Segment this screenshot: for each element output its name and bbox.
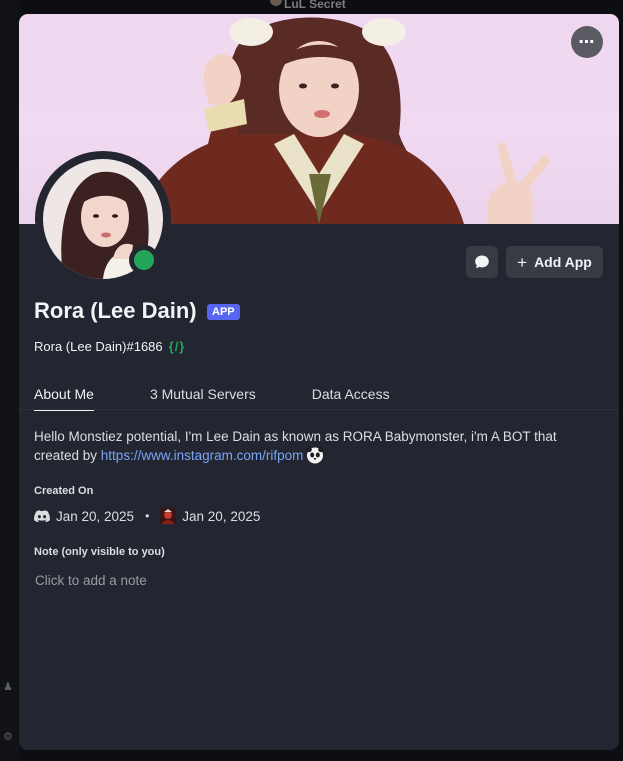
instagram-link[interactable]: https://www.instagram.com/rifpom bbox=[101, 448, 304, 463]
more-options-button[interactable]: ⋯ bbox=[571, 26, 603, 58]
add-app-label: Add App bbox=[534, 254, 592, 270]
created-on-title: Created On bbox=[34, 485, 94, 497]
chat-bubble-icon bbox=[475, 255, 489, 269]
online-status-icon bbox=[134, 250, 154, 270]
background-user-label: LuL Secret bbox=[284, 0, 346, 11]
settings-icon: ⚙ bbox=[3, 731, 13, 743]
about-me-text: Hello Monstiez potential, I'm Lee Dain a… bbox=[34, 427, 604, 465]
tab-data-access[interactable]: Data Access bbox=[312, 386, 390, 410]
display-name: Rora (Lee Dain) bbox=[34, 298, 197, 323]
username-row: Rora (Lee Dain)#1686 {/} bbox=[34, 339, 185, 354]
message-button[interactable] bbox=[466, 246, 498, 278]
tab-mutual-servers[interactable]: 3 Mutual Servers bbox=[150, 386, 256, 410]
created-on-dates: Jan 20, 2025 • Jan 20, 2025 bbox=[34, 508, 260, 524]
app-badge: APP bbox=[207, 304, 240, 320]
server-icon bbox=[160, 508, 177, 524]
plus-icon: + bbox=[517, 252, 528, 272]
discord-join-date: Jan 20, 2025 bbox=[56, 508, 135, 524]
background-sidebar bbox=[0, 0, 19, 761]
background-user-avatar bbox=[270, 0, 282, 6]
server-join-date: Jan 20, 2025 bbox=[182, 508, 261, 524]
members-icon: ♟ bbox=[3, 681, 13, 693]
date-separator: • bbox=[145, 509, 150, 523]
avatar-frame bbox=[35, 151, 171, 287]
username[interactable]: Rora (Lee Dain)#1686 bbox=[34, 339, 163, 354]
add-app-button[interactable]: + Add App bbox=[506, 246, 603, 278]
panda-icon bbox=[306, 446, 324, 464]
status-indicator bbox=[129, 245, 159, 275]
note-input[interactable] bbox=[34, 570, 596, 590]
slash-commands-icon[interactable]: {/} bbox=[169, 339, 186, 354]
tab-about-me[interactable]: About Me bbox=[34, 386, 94, 411]
note-title: Note (only visible to you) bbox=[34, 546, 165, 558]
profile-tabs: About Me 3 Mutual Servers Data Access bbox=[34, 386, 390, 411]
profile-card: ⋯ + Add App Rora (Lee Dain) APP Rora (Le… bbox=[19, 14, 619, 750]
tab-divider bbox=[19, 409, 619, 410]
discord-logo-icon bbox=[34, 510, 50, 522]
